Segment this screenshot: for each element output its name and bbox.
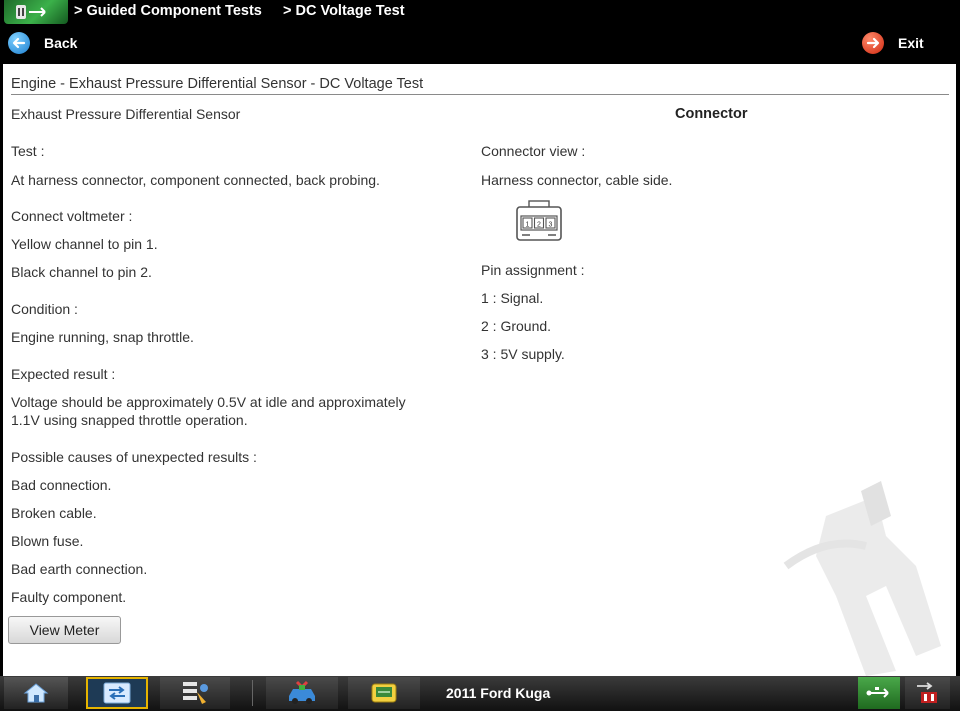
cause-item: Broken cable. bbox=[11, 505, 97, 521]
connect-yellow-channel: Yellow channel to pin 1. bbox=[11, 236, 158, 252]
vehicle-label: 2011 Ford Kuga bbox=[446, 685, 551, 701]
connect-black-channel: Black channel to pin 2. bbox=[11, 264, 152, 280]
vehicle-tools-icon bbox=[289, 680, 315, 704]
test-info-panel: Engine - Exhaust Pressure Differential S… bbox=[3, 64, 956, 676]
connector-view-label: Connector view : bbox=[481, 143, 586, 159]
exit-button[interactable]: Exit bbox=[862, 30, 924, 56]
cause-item: Faulty component. bbox=[11, 589, 127, 605]
connector-view-value: Harness connector, cable side. bbox=[481, 172, 673, 188]
view-meter-button[interactable]: View Meter bbox=[8, 616, 121, 644]
title-bar: > Guided Component Tests > DC Voltage Te… bbox=[0, 0, 960, 64]
expected-result-line-1: Voltage should be approximately 0.5V at … bbox=[11, 394, 406, 410]
home-button[interactable] bbox=[4, 677, 68, 709]
power-icon bbox=[916, 682, 937, 703]
power-button[interactable] bbox=[905, 677, 950, 709]
component-name: Exhaust Pressure Differential Sensor bbox=[11, 106, 241, 122]
connector-pin-3: 3 bbox=[549, 222, 553, 229]
probe-watermark-icon bbox=[783, 481, 941, 676]
possible-causes-label: Possible causes of unexpected results : bbox=[11, 449, 257, 465]
expected-result-label: Expected result : bbox=[11, 366, 116, 382]
scanner-button[interactable] bbox=[348, 677, 420, 709]
exit-arrow-icon bbox=[862, 32, 884, 54]
pin-assignment-item: 2 : Ground. bbox=[481, 318, 552, 334]
breadcrumb-dc-voltage-test: > DC Voltage Test bbox=[283, 3, 405, 19]
component-tests-icon bbox=[103, 682, 131, 704]
connector-diagram-icon: 1 2 3 bbox=[516, 200, 562, 241]
taskbar: 2011 Ford Kuga bbox=[0, 676, 960, 711]
condition-value: Engine running, snap throttle. bbox=[11, 329, 194, 345]
test-label: Test : bbox=[11, 143, 45, 159]
connector-pin-2: 2 bbox=[537, 222, 541, 229]
back-button[interactable]: Back bbox=[8, 30, 77, 56]
page-title: Engine - Exhaust Pressure Differential S… bbox=[11, 76, 949, 95]
data-list-button[interactable] bbox=[160, 677, 230, 709]
cause-item: Bad earth connection. bbox=[11, 561, 148, 577]
connector-heading: Connector bbox=[675, 106, 748, 122]
vehicle-tools-button[interactable] bbox=[266, 677, 338, 709]
scanner-icon bbox=[371, 683, 397, 703]
condition-label: Condition : bbox=[11, 301, 78, 317]
back-label: Back bbox=[44, 35, 78, 51]
test-value: At harness connector, component connecte… bbox=[11, 172, 380, 188]
taskbar-divider bbox=[252, 680, 253, 706]
expected-result-line-2: 1.1V using snapped throttle operation. bbox=[11, 412, 248, 428]
pin-assignment-label: Pin assignment : bbox=[481, 262, 585, 278]
component-tests-button[interactable] bbox=[86, 677, 148, 709]
breadcrumb-guided-component-tests[interactable]: > Guided Component Tests bbox=[74, 3, 262, 19]
usb-button[interactable] bbox=[858, 677, 900, 709]
cause-item: Blown fuse. bbox=[11, 533, 84, 549]
pin-assignment-item: 3 : 5V supply. bbox=[481, 346, 565, 362]
pin-assignment-item: 1 : Signal. bbox=[481, 290, 544, 306]
cause-item: Bad connection. bbox=[11, 477, 112, 493]
back-arrow-icon bbox=[8, 32, 30, 54]
app-logo-icon[interactable] bbox=[4, 0, 68, 24]
connector-pin-1: 1 bbox=[526, 222, 530, 229]
usb-icon bbox=[866, 687, 889, 698]
exit-label: Exit bbox=[898, 35, 924, 51]
connect-voltmeter-label: Connect voltmeter : bbox=[11, 208, 133, 224]
home-icon bbox=[23, 683, 49, 703]
data-list-icon bbox=[183, 682, 208, 704]
